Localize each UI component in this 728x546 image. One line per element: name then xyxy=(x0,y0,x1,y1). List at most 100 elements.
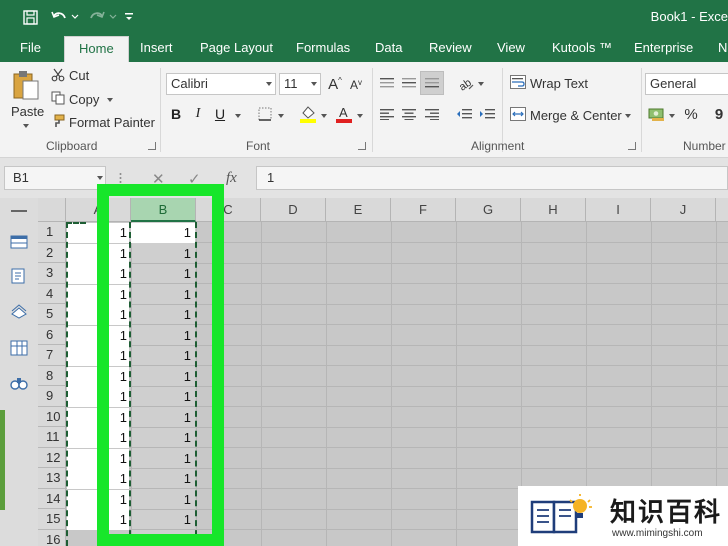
align-top-icon[interactable] xyxy=(378,74,396,92)
row-header[interactable]: 15 xyxy=(38,509,66,530)
font-size-select[interactable]: 11 xyxy=(279,73,321,95)
column-header-i[interactable]: I xyxy=(586,198,651,222)
copy-button[interactable]: Copy xyxy=(69,92,99,107)
bold-button[interactable]: B xyxy=(168,104,184,124)
paste-button[interactable]: Paste xyxy=(11,104,44,119)
tab-file[interactable]: File xyxy=(20,34,41,62)
undo-icon[interactable] xyxy=(48,5,70,29)
row-header[interactable]: 14 xyxy=(38,488,66,509)
tab-kutools[interactable]: Kutools ™ xyxy=(552,34,612,62)
tab-data[interactable]: Data xyxy=(375,34,402,62)
alignment-launcher-icon[interactable] xyxy=(628,142,636,150)
increase-font-icon[interactable]: A ^ xyxy=(326,74,344,94)
customize-qat-icon[interactable] xyxy=(122,5,136,29)
tab-insert[interactable]: Insert xyxy=(140,34,173,62)
column-header-h[interactable]: H xyxy=(521,198,586,222)
insert-function-button[interactable]: fx xyxy=(226,170,237,187)
column-header-f[interactable]: F xyxy=(391,198,456,222)
row-header[interactable]: 1 xyxy=(38,222,66,243)
column-header-d[interactable]: D xyxy=(261,198,326,222)
row-header[interactable]: 7 xyxy=(38,345,66,366)
underline-dropdown-icon[interactable] xyxy=(235,114,241,118)
tab-review[interactable]: Review xyxy=(429,34,472,62)
align-right-icon[interactable] xyxy=(423,105,441,123)
column-header-e[interactable]: E xyxy=(326,198,391,222)
cut-button[interactable]: Cut xyxy=(69,68,89,83)
number-format-select[interactable]: General xyxy=(645,73,728,95)
row-header[interactable]: 3 xyxy=(38,263,66,284)
row-header[interactable]: 2 xyxy=(38,242,66,263)
column-header-partial[interactable] xyxy=(716,198,728,222)
paste-icon[interactable] xyxy=(10,68,42,102)
align-center-icon[interactable] xyxy=(400,105,418,123)
gridline xyxy=(261,222,262,546)
merge-dropdown-icon[interactable] xyxy=(625,114,631,118)
workbook-sheets-icon[interactable] xyxy=(10,234,28,250)
row-header[interactable]: 13 xyxy=(38,468,66,489)
formula-input[interactable]: 1 xyxy=(256,166,728,190)
tab-view[interactable]: View xyxy=(497,34,525,62)
font-name-select[interactable]: Calibri xyxy=(166,73,276,95)
save-icon[interactable] xyxy=(18,5,42,29)
decrease-indent-icon[interactable] xyxy=(455,105,473,123)
fill-color-icon[interactable] xyxy=(298,103,318,125)
row-header[interactable]: 5 xyxy=(38,304,66,325)
column-header-g[interactable]: G xyxy=(456,198,521,222)
scissors-icon[interactable] xyxy=(50,67,66,83)
borders-dropdown-icon[interactable] xyxy=(278,114,284,118)
row-header[interactable]: 9 xyxy=(38,386,66,407)
row-header[interactable]: 4 xyxy=(38,283,66,304)
row-header[interactable]: 8 xyxy=(38,365,66,386)
select-all-corner[interactable] xyxy=(38,198,66,222)
paste-dropdown-icon[interactable] xyxy=(23,124,29,128)
column-header-j[interactable]: J xyxy=(651,198,716,222)
redo-icon[interactable] xyxy=(86,5,108,29)
undo-dropdown-icon[interactable] xyxy=(70,5,80,29)
fill-color-dropdown-icon[interactable] xyxy=(321,114,327,118)
autotext-icon[interactable] xyxy=(10,268,28,284)
orientation-dropdown-icon[interactable] xyxy=(478,82,484,86)
format-painter-button[interactable]: Format Painter xyxy=(69,115,155,130)
tab-partial[interactable]: N xyxy=(718,34,727,62)
pane-toggle[interactable] xyxy=(0,410,5,510)
row-header[interactable]: 12 xyxy=(38,447,66,468)
decrease-font-icon[interactable]: Av xyxy=(348,76,364,94)
wrap-text-button[interactable]: Wrap Text xyxy=(530,76,588,91)
font-launcher-icon[interactable] xyxy=(358,142,366,150)
italic-button[interactable]: I xyxy=(190,104,206,124)
borders-icon[interactable] xyxy=(256,105,274,123)
align-left-icon[interactable] xyxy=(378,105,396,123)
gridline xyxy=(456,222,457,546)
row-header[interactable]: 6 xyxy=(38,324,66,345)
font-color-dropdown-icon[interactable] xyxy=(357,114,363,118)
underline-button[interactable]: U xyxy=(212,104,228,124)
comma-style-icon[interactable]: 9 xyxy=(710,105,728,123)
increase-indent-icon[interactable] xyxy=(478,105,496,123)
tab-enterprise[interactable]: Enterprise xyxy=(634,34,693,62)
row-header[interactable]: 11 xyxy=(38,427,66,448)
currency-dropdown-icon[interactable] xyxy=(669,114,675,118)
percent-button[interactable]: % xyxy=(682,104,700,124)
find-replace-icon[interactable] xyxy=(10,375,28,391)
name-box[interactable]: B1 xyxy=(4,166,106,190)
wrap-text-icon[interactable] xyxy=(509,73,527,91)
align-middle-icon[interactable] xyxy=(400,74,418,92)
row-header[interactable]: 16 xyxy=(38,529,66,546)
merge-center-icon[interactable] xyxy=(509,105,527,123)
font-color-icon[interactable]: A xyxy=(334,103,354,125)
name-manager-icon[interactable] xyxy=(10,304,28,320)
tab-home[interactable]: Home xyxy=(64,36,129,62)
currency-icon[interactable] xyxy=(647,104,667,124)
gridline xyxy=(391,222,392,546)
row-header[interactable]: 10 xyxy=(38,406,66,427)
copy-dropdown-icon[interactable] xyxy=(107,98,113,102)
column-list-icon[interactable] xyxy=(10,340,28,356)
merge-center-button[interactable]: Merge & Center xyxy=(530,108,622,123)
orientation-icon[interactable]: ab xyxy=(455,73,477,93)
tab-page-layout[interactable]: Page Layout xyxy=(200,34,273,62)
clipboard-launcher-icon[interactable] xyxy=(148,142,156,150)
redo-dropdown-icon[interactable] xyxy=(108,5,118,29)
tab-formulas[interactable]: Formulas xyxy=(296,34,350,62)
copy-icon[interactable] xyxy=(50,90,66,106)
format-painter-icon[interactable] xyxy=(50,113,66,129)
